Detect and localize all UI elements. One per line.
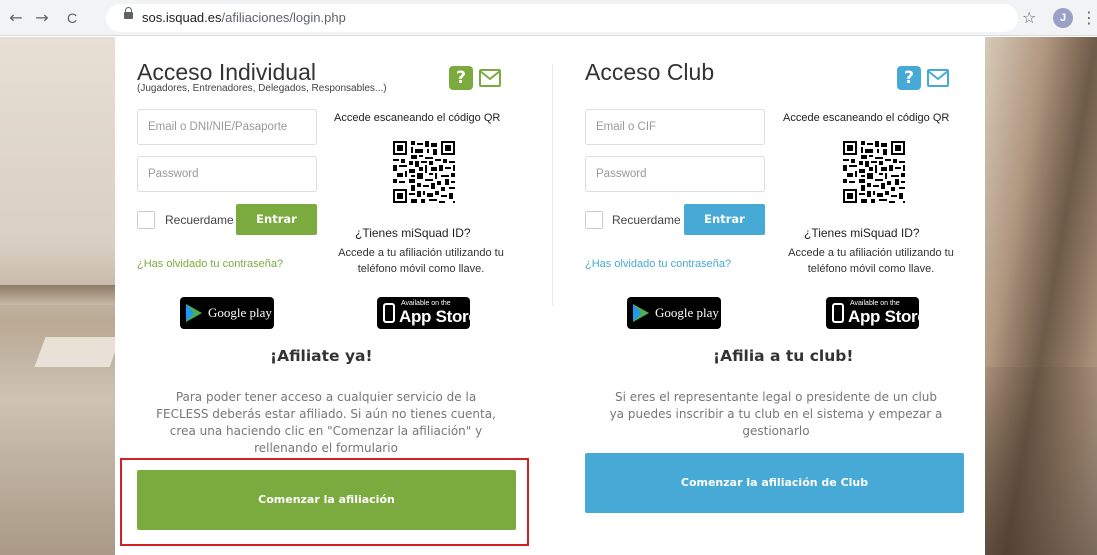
individual-qr-title: Accede escaneando el código QR [334,112,501,124]
bookmark-star-icon[interactable]: ☆ [1022,8,1036,28]
background-photo-right [985,37,1097,555]
address-bar[interactable]: sos.isquad.es/afiliaciones/login.php [106,4,1018,32]
individual-help-icon[interactable]: ? [449,66,473,90]
app-store-small-label: Available on the [850,300,900,307]
forward-icon[interactable]: → [32,8,52,28]
club-title: Acceso Club [585,59,715,85]
individual-misquad-description: Accede a tu afiliación utilizando tu tel… [338,247,504,275]
column-divider [552,64,553,306]
individual-password-input[interactable] [137,156,317,192]
club-remember-checkbox[interactable] [585,211,603,229]
individual-login-button[interactable]: Entrar [236,204,317,235]
club-qr-title: Accede escaneando el código QR [783,112,950,124]
browser-toolbar: ← → C sos.isquad.es/afiliaciones/login.p… [0,0,1097,36]
background-shade [985,367,1097,555]
individual-app-store-badge[interactable]: Available on the App Store [377,297,478,329]
app-store-big-label: App Store [399,307,478,326]
individual-forgot-password-link[interactable]: ¿Has olvidado tu contraseña? [137,258,283,270]
background-photo-left [0,37,121,555]
club-forgot-password-link[interactable]: ¿Has olvidado tu contraseña? [585,258,731,270]
club-help-icon[interactable]: ? [897,66,921,90]
url-text: sos.isquad.es/afiliaciones/login.php [142,10,346,25]
club-qr-code [841,139,907,205]
profile-avatar[interactable]: J [1053,8,1073,28]
individual-remember-label: Recuerdame [165,213,234,227]
individual-remember-checkbox[interactable] [137,211,155,229]
club-google-play-badge[interactable]: Google play [627,297,721,329]
club-start-affiliation-button[interactable]: Comenzar la afiliación de Club [585,453,964,513]
club-paragraph: Si eres el representante legal o preside… [609,390,943,438]
club-misquad-description: Accede a tu afiliación utilizando tu tel… [788,247,954,275]
back-icon[interactable]: ← [6,8,26,28]
individual-start-affiliation-button[interactable]: Comenzar la afiliación [137,470,516,530]
url-host: sos.isquad.es [142,10,222,25]
individual-misquad-question: ¿Tienes miSquad ID? [355,226,471,240]
google-play-label: Google play [655,305,719,320]
apple-phone-icon [832,303,844,323]
club-remember-label: Recuerdame [612,213,681,227]
individual-email-input[interactable] [137,109,317,145]
reload-icon[interactable]: C [62,8,82,28]
individual-mail-icon[interactable] [478,66,502,90]
app-store-big-label: App Store [848,307,927,326]
individual-title: Acceso Individual [137,59,316,85]
url-path: /afiliaciones/login.php [221,10,346,25]
apple-phone-icon [383,303,395,323]
club-misquad-question: ¿Tienes miSquad ID? [804,226,920,240]
lock-icon [124,7,133,19]
individual-subtitle: (Jugadores, Entrenadores, Delegados, Res… [137,83,387,94]
individual-section-title: ¡Afiliate ya! [270,347,373,365]
club-mail-icon[interactable] [926,66,950,90]
individual-qr-code [391,139,457,205]
individual-google-play-badge[interactable]: Google play [180,297,274,329]
club-section-title: ¡Afilia a tu club! [713,347,854,365]
browser-menu-icon[interactable]: ⋮ [1081,8,1097,28]
club-app-store-badge[interactable]: Available on the App Store [826,297,927,329]
club-login-button[interactable]: Entrar [684,204,765,235]
individual-paragraph: Para poder tener acceso a cualquier serv… [156,390,496,455]
google-play-label: Google play [208,305,272,320]
google-play-icon [186,304,202,322]
background-ledge [0,285,115,305]
background-paper [34,337,121,367]
app-store-small-label: Available on the [401,300,451,307]
club-email-input[interactable] [585,109,765,145]
club-password-input[interactable] [585,156,765,192]
google-play-icon [633,304,649,322]
